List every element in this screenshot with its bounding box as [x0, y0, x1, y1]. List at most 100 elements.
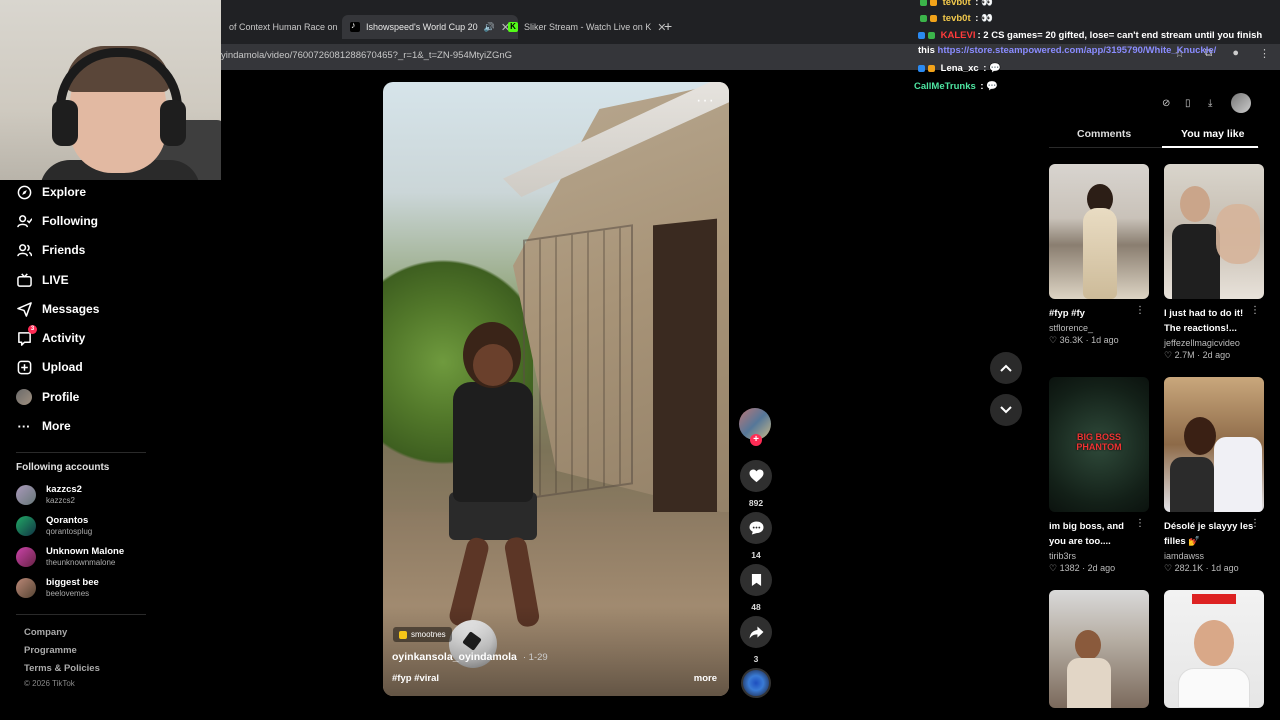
account-name: biggest bee [46, 577, 99, 588]
video-menu-icon[interactable]: ··· [696, 92, 715, 110]
like-button[interactable]: 892 [739, 460, 773, 508]
sidebar-item-upload[interactable]: Upload [16, 359, 83, 375]
account-name: Qorantos [46, 515, 89, 526]
browser-tab-3[interactable]: K Sliker Stream - Watch Live on K ✕ [500, 16, 674, 38]
person-face [473, 344, 513, 386]
video-player[interactable]: ··· smootnes oyinkansola_oyindamola · 1-2… [383, 82, 729, 696]
following-account[interactable]: Unknown Malone theunknownmalone [16, 546, 124, 567]
footer-link-company[interactable]: Company [24, 627, 67, 638]
previous-video-button[interactable] [990, 352, 1022, 384]
video-hashtags[interactable]: #fyp #viral [392, 673, 439, 684]
sound-chip[interactable]: smootnes [393, 627, 452, 642]
kebab-menu-icon[interactable]: ⋮ [1259, 47, 1270, 60]
sidebar-item-label: Profile [42, 390, 80, 404]
chat-link[interactable]: https://store.steampowered.com/app/31957… [938, 45, 1217, 56]
download-icon[interactable]: ⤓ [1208, 98, 1219, 109]
chip-icon [399, 630, 407, 639]
video-meta: ♡ 36.3K · 1d ago [1049, 335, 1119, 345]
recommended-video-card[interactable]: Désolé je slayyy les filles 💅 ⋮ iamdawss… [1164, 377, 1264, 574]
kebab-icon[interactable]: ⋮ [1135, 305, 1145, 316]
more-icon: ··· [17, 418, 31, 434]
upload-icon [16, 359, 32, 375]
sidebar-item-activity[interactable]: 3 Activity [16, 325, 85, 346]
video-thumbnail [1164, 377, 1264, 512]
video-thumbnail [1049, 164, 1149, 299]
recommended-video-card[interactable] [1164, 590, 1264, 708]
tab-label: of Context Human Race on [229, 22, 338, 32]
kebab-icon[interactable]: ⋮ [1250, 305, 1260, 316]
chip-label: smootnes [411, 630, 446, 639]
scene-door [653, 218, 717, 526]
video-author[interactable]: oyinkansola_oyindamola · 1-29 [392, 651, 548, 663]
caption-more-button[interactable]: more [694, 673, 717, 684]
following-account[interactable]: Qorantos qorantosplug [16, 515, 92, 536]
comment-button[interactable]: 14 [739, 512, 773, 560]
chat-badge-icon [920, 0, 927, 6]
sidebar-item-live[interactable]: LIVE [16, 272, 69, 288]
tab-comments[interactable]: Comments [1077, 128, 1131, 140]
sidebar-item-explore[interactable]: Explore [16, 184, 86, 200]
chat-text: this [918, 45, 938, 56]
save-button[interactable]: 48 [739, 564, 773, 612]
headset-ear-left [52, 100, 78, 146]
next-video-button[interactable] [990, 394, 1022, 426]
recommended-video-card[interactable] [1049, 590, 1149, 708]
kick-favicon-icon: K [508, 22, 518, 32]
account-name: Unknown Malone [46, 546, 125, 557]
url-text[interactable]: yindamola/video/7600726081288670465?_r=1… [221, 50, 512, 61]
recommended-video-card[interactable]: BIG BOSS PHANTOM im big boss, and you ar… [1049, 377, 1149, 574]
chat-text: 💬 [986, 81, 999, 92]
tab-you-may-like[interactable]: You may like [1181, 128, 1244, 140]
video-meta: ♡ 282.1K · 1d ago [1164, 563, 1239, 573]
new-tab-icon[interactable]: + [664, 18, 672, 34]
chat-user: KALEVI [940, 30, 976, 41]
chat-badge-icon [928, 64, 935, 72]
following-account[interactable]: biggest bee beelovemes [16, 577, 99, 598]
footer-link-programme[interactable]: Programme [24, 645, 77, 656]
video-likes: 36.3K [1059, 335, 1084, 345]
chevron-down-icon [1000, 406, 1012, 414]
profile-icon[interactable]: ● [1232, 47, 1239, 60]
video-likes: 1382 [1059, 563, 1080, 573]
avatar [16, 546, 36, 567]
video-creator[interactable]: tirib3rs [1049, 551, 1149, 561]
chat-text: 👀 [981, 13, 993, 24]
share-icon [740, 616, 772, 648]
sidebar-item-friends[interactable]: Friends [16, 242, 85, 258]
live-icon [16, 272, 32, 288]
following-account[interactable]: kazzcs2 kazzcs2 [16, 484, 82, 505]
video-creator[interactable]: iamdawss [1164, 551, 1264, 561]
share-count: 3 [753, 654, 759, 664]
sidebar-item-more[interactable]: ··· More [16, 418, 71, 434]
kebab-icon[interactable]: ⋮ [1135, 518, 1145, 529]
video-creator[interactable]: jeffezellmagicvideo [1164, 338, 1264, 348]
sidebar-item-label: Messages [42, 302, 100, 316]
chat-text: 2 CS games= 20 gifted, lose= can't end s… [983, 30, 1263, 41]
video-thumbnail [1164, 164, 1264, 299]
footer-link-terms[interactable]: Terms & Policies [24, 663, 100, 674]
mobile-icon[interactable]: ▯ [1185, 98, 1196, 109]
author-name[interactable]: oyinkansola_oyindamola [392, 651, 517, 663]
recommended-video-card[interactable]: I just had to do it! The reactions!... ⋮… [1164, 164, 1264, 361]
chat-message: tevb0t : 👀 [920, 0, 993, 8]
recommended-video-card[interactable]: #fyp #fy ⋮ stflorence_ ♡ 36.3K · 1d ago [1049, 164, 1149, 346]
speaker-icon[interactable]: 🔊 [484, 22, 495, 33]
chat-text: 👀 [981, 0, 993, 8]
kebab-icon[interactable]: ⋮ [1250, 518, 1260, 529]
sidebar-item-label: Upload [42, 360, 83, 374]
user-avatar[interactable] [1231, 93, 1251, 113]
follow-plus-icon[interactable]: + [750, 434, 762, 446]
browser-tab-2[interactable]: Ishowspeed's World Cup 20 🔊 ✕ [342, 15, 519, 39]
video-age: 2d ago [1087, 563, 1116, 573]
sidebar-item-following[interactable]: Following [16, 213, 98, 229]
compass-icon[interactable]: ⊘ [1162, 98, 1173, 109]
person-body [453, 382, 533, 502]
sidebar-item-profile[interactable]: Profile [16, 389, 79, 405]
video-creator[interactable]: stflorence_ [1049, 323, 1149, 333]
share-button[interactable]: 3 [739, 616, 773, 664]
sidebar-item-messages[interactable]: Messages [16, 301, 99, 317]
avatar [16, 577, 36, 598]
video-age: 1d ago [1211, 563, 1239, 573]
copyright: © 2026 TikTok [24, 679, 75, 688]
music-disc-icon[interactable] [741, 668, 771, 698]
